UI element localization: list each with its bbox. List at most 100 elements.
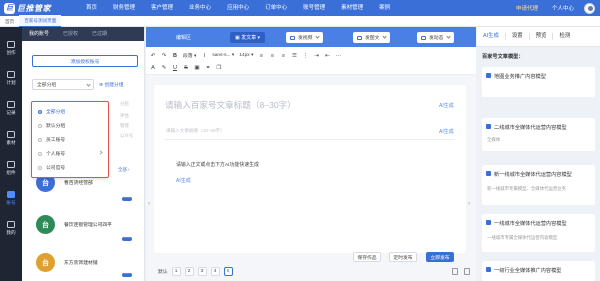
trash-icon[interactable]: [464, 268, 470, 275]
ai-generate-body-button[interactable]: AI生成: [176, 177, 191, 184]
ai-generate-title-button[interactable]: AI生成: [439, 102, 454, 109]
publish-now-button[interactable]: 立即发布: [426, 252, 454, 262]
nav-item-materials[interactable]: 素材管理: [333, 0, 371, 16]
avatar[interactable]: [584, 2, 595, 14]
tab-settings[interactable]: 设置: [506, 33, 530, 40]
personal-center-link[interactable]: 个人中心: [552, 4, 574, 12]
account-name: 餐饮连锁管理公司四平: [64, 223, 112, 228]
sidebar-item-record[interactable]: 记录: [0, 95, 22, 121]
template-card[interactable]: 地图业务推广内容模型: [482, 67, 595, 97]
page-4[interactable]: 4: [210, 267, 220, 276]
nav-item-orders[interactable]: 订单中心: [257, 0, 295, 16]
nav-item-accounts[interactable]: 账号管理: [295, 0, 333, 16]
apply-agent-link[interactable]: 申请代理: [516, 4, 538, 12]
ai-generate-summary-button[interactable]: AI生成: [439, 128, 454, 135]
dropdown-item-all-groups[interactable]: 全部分组: [38, 108, 65, 115]
schedule-publish-button[interactable]: 定时发布: [389, 252, 417, 262]
dropdown-item-label: 个人账号: [46, 152, 66, 157]
ordered-list-icon[interactable]: ⋮: [302, 53, 309, 59]
italic-icon[interactable]: I: [201, 53, 207, 59]
page-2[interactable]: 2: [184, 267, 194, 276]
copy-icon[interactable]: ❐: [216, 65, 222, 71]
editor-area: 编辑区 ▣ 发文章 ▾ 发视频 发图文 发动态 ↶ ↷ B 段落 ▾ I san…: [146, 27, 476, 281]
font-size-select[interactable]: 14px ▾: [239, 53, 253, 58]
all-accounts-link[interactable]: 全部 ›: [118, 167, 129, 173]
copy-icon[interactable]: [452, 268, 458, 275]
group-select[interactable]: 全部分组: [32, 79, 94, 90]
post-image-dropdown[interactable]: 发图文: [353, 32, 391, 43]
sidebar-item-mine[interactable]: 我的: [0, 215, 22, 241]
logo[interactable]: 巨 巨推管家: [0, 0, 78, 16]
template-name: 二线城市全媒体代运营内容模型: [494, 125, 567, 131]
page-5[interactable]: 5: [223, 267, 233, 276]
dropdown-item-default-group[interactable]: 默认分组: [38, 122, 65, 129]
chevron-down-icon: [446, 34, 452, 39]
outdent-icon[interactable]: ⇤: [324, 53, 330, 59]
image-insert-icon[interactable]: ▣: [194, 65, 200, 71]
sidebar-item-create[interactable]: 创作: [0, 35, 22, 61]
nav-item-home[interactable]: 首页: [78, 0, 105, 16]
dropdown-item-staff-accounts[interactable]: 员工账号: [38, 136, 65, 143]
link-icon[interactable]: ⚭: [205, 65, 211, 71]
more-options-icon[interactable]: ···: [122, 195, 132, 201]
create-group-button[interactable]: ⊕ 创建分组: [99, 81, 124, 88]
undo-icon[interactable]: ↶: [150, 53, 156, 59]
template-card[interactable]: 二线城市全媒体代运营内容模型 全媒体: [482, 118, 595, 151]
nav-item-cases[interactable]: 案例: [371, 0, 398, 16]
font-select[interactable]: sans-s... ▾: [212, 53, 234, 58]
breadcrumb-current[interactable]: 百家号测试页面: [19, 15, 62, 27]
tab-ai-generate[interactable]: AI生成: [477, 33, 506, 40]
post-video-dropdown[interactable]: 发视频: [286, 32, 324, 43]
strikethrough-icon[interactable]: S: [183, 65, 189, 71]
dropdown-item-personal-accounts[interactable]: 个人账号: [38, 150, 65, 157]
sidebar-item-component[interactable]: 组件: [0, 155, 22, 181]
list-item[interactable]: 台 东方装饰建材铺: [36, 253, 98, 272]
template-card[interactable]: 一级行业全媒体推广内容模型: [482, 261, 595, 281]
paragraph-select[interactable]: 段落 ▾: [183, 52, 196, 59]
underline-icon[interactable]: U: [172, 65, 178, 71]
tab-preview[interactable]: 预览: [530, 33, 554, 40]
align-left-icon[interactable]: ≡: [258, 53, 264, 59]
tab-my-accounts[interactable]: 我的账号: [22, 27, 57, 42]
dropdown-item-label: 公司官号: [46, 166, 66, 171]
collapse-left-icon[interactable]: ‹: [148, 201, 150, 207]
bold-icon[interactable]: B: [172, 53, 178, 59]
list-icon[interactable]: ☰: [291, 53, 297, 59]
page-default[interactable]: 默认: [158, 267, 168, 276]
sidebar-item-plan[interactable]: 计划: [0, 65, 22, 91]
font-color-icon[interactable]: A: [150, 65, 156, 71]
template-card[interactable]: 一线城市全媒体代运营内容模型 一线城市专属全媒体代运营内容模型: [482, 214, 595, 252]
tab-authorized[interactable]: 已授权: [56, 27, 85, 41]
article-body-input[interactable]: 请输入正文或点击下方AI功能快速生成: [176, 161, 259, 168]
sidebar-item-account[interactable]: 账号: [0, 185, 22, 211]
dropdown-item-company-accounts[interactable]: 公司官号: [38, 164, 65, 171]
edit-icon[interactable]: ✎: [161, 65, 167, 71]
tab-expired[interactable]: 已过期: [85, 27, 114, 41]
redo-icon[interactable]: ↷: [161, 53, 167, 59]
indent-icon[interactable]: ⇥: [313, 53, 319, 59]
nav-item-finance[interactable]: 财务管理: [105, 0, 143, 16]
more-options-icon[interactable]: ···: [122, 235, 132, 241]
article-summary-input[interactable]: 请输入文章摘要（10–40字）: [166, 128, 225, 134]
add-account-button[interactable]: 添加授权账号: [32, 55, 138, 67]
tab-post-article[interactable]: ▣ 发文章 ▾: [230, 32, 266, 43]
align-right-icon[interactable]: ≡: [280, 53, 286, 59]
more-options-icon[interactable]: ···: [122, 271, 132, 277]
nav-item-apps[interactable]: 应用中心: [219, 0, 257, 16]
nav-item-customers[interactable]: 客户管理: [143, 0, 181, 16]
collapse-right-icon[interactable]: ›: [468, 201, 470, 207]
save-draft-button[interactable]: 保存作品: [353, 252, 381, 262]
template-card[interactable]: 新一线城市全媒体代运营内容模型 新一线城市专属模型、全媒体代运营业务: [482, 165, 595, 205]
sidebar-item-material[interactable]: 素材: [0, 125, 22, 151]
tab-check[interactable]: 检测: [553, 33, 576, 40]
list-item[interactable]: 台 餐饮连锁管理公司四平: [36, 215, 112, 234]
breadcrumb-home[interactable]: 首页: [0, 16, 19, 27]
page-1[interactable]: 1: [171, 267, 181, 276]
more-icon[interactable]: ⋯: [335, 53, 342, 59]
page-3[interactable]: 3: [197, 267, 207, 276]
post-news-dropdown[interactable]: 发动态: [417, 32, 455, 43]
tab-edit-area[interactable]: 编辑区: [176, 32, 191, 43]
nav-item-business[interactable]: 业务中心: [181, 0, 219, 16]
article-title-input[interactable]: 请输入百家号文章标题（8–30字）: [165, 99, 296, 111]
align-center-icon[interactable]: ≡: [269, 53, 275, 59]
